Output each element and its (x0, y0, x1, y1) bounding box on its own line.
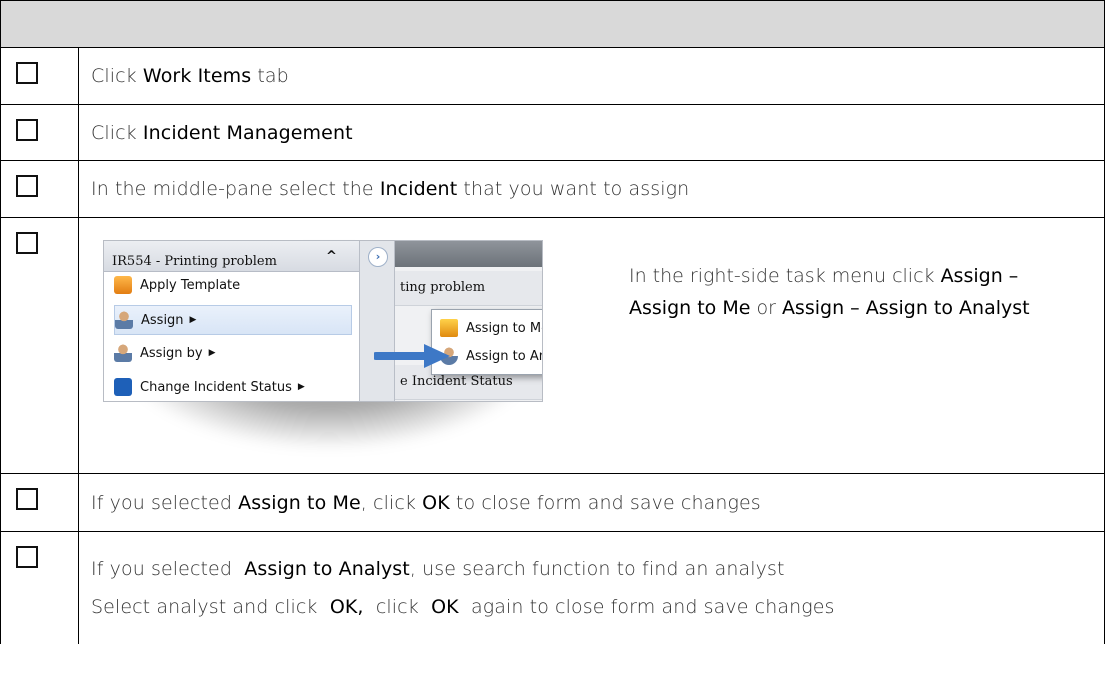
task-menu: IR554 - Printing problem ^ Apply Templat… (104, 241, 359, 401)
checkbox-icon[interactable] (16, 175, 38, 197)
expand-chevron-icon[interactable]: › (368, 247, 388, 267)
person-icon (115, 311, 133, 329)
pointer-arrow-icon (374, 344, 450, 368)
step-text: In the middle-pane select the Incident t… (91, 178, 690, 200)
submenu-assign-to-me[interactable]: Assign to Me (440, 314, 542, 342)
checkbox-icon[interactable] (16, 546, 38, 568)
step-row-4: ting problem e Incident Status › IR554 -… (1, 218, 1104, 474)
menu-item-apply-template[interactable]: Apply Template (114, 271, 350, 299)
menu-title: IR554 - Printing problem ^ (104, 241, 359, 272)
person-icon (114, 344, 132, 362)
assign-me-icon (440, 319, 458, 337)
step-screenshot-area: ting problem e Incident Status › IR554 -… (79, 218, 1104, 473)
step-text: In the right-side task menu click Assign… (629, 265, 1030, 319)
step-row-2: Click Incident Management (1, 105, 1104, 161)
step-text: Click Incident Management (91, 121, 353, 144)
menu-item-change-status[interactable]: Change Incident Status ▶ (114, 373, 350, 401)
checkbox-icon[interactable] (16, 488, 38, 510)
chevron-up-icon[interactable]: ^ (326, 249, 337, 264)
menu-item-assign[interactable]: Assign ▶ (114, 305, 352, 335)
step-row-6: If you selected Assign to Analyst, use s… (1, 532, 1104, 644)
info-icon (114, 378, 132, 396)
menu-item-assign-by[interactable]: Assign by ▶ (114, 339, 350, 367)
checklist-table: Click Work Items tab Click Incident Mana… (0, 0, 1105, 644)
checkbox-icon[interactable] (16, 119, 38, 141)
step-row-1: Click Work Items tab (1, 48, 1104, 105)
embedded-screenshot: ting problem e Incident Status › IR554 -… (103, 240, 543, 402)
submenu-assign-to-analyst[interactable]: Assign to Analyst (440, 342, 542, 370)
table-header (1, 1, 1104, 48)
checkbox-icon[interactable] (16, 232, 38, 254)
step-row-3: In the middle-pane select the Incident t… (1, 161, 1104, 218)
template-icon (114, 276, 132, 294)
step-text: If you selected Assign to Me, click OK t… (91, 491, 761, 514)
checkbox-icon[interactable] (16, 62, 38, 84)
step-text: Click Work Items tab (91, 65, 289, 87)
step-row-5: If you selected Assign to Me, click OK t… (1, 474, 1104, 532)
step-text: If you selected Assign to Analyst, use s… (91, 558, 835, 618)
